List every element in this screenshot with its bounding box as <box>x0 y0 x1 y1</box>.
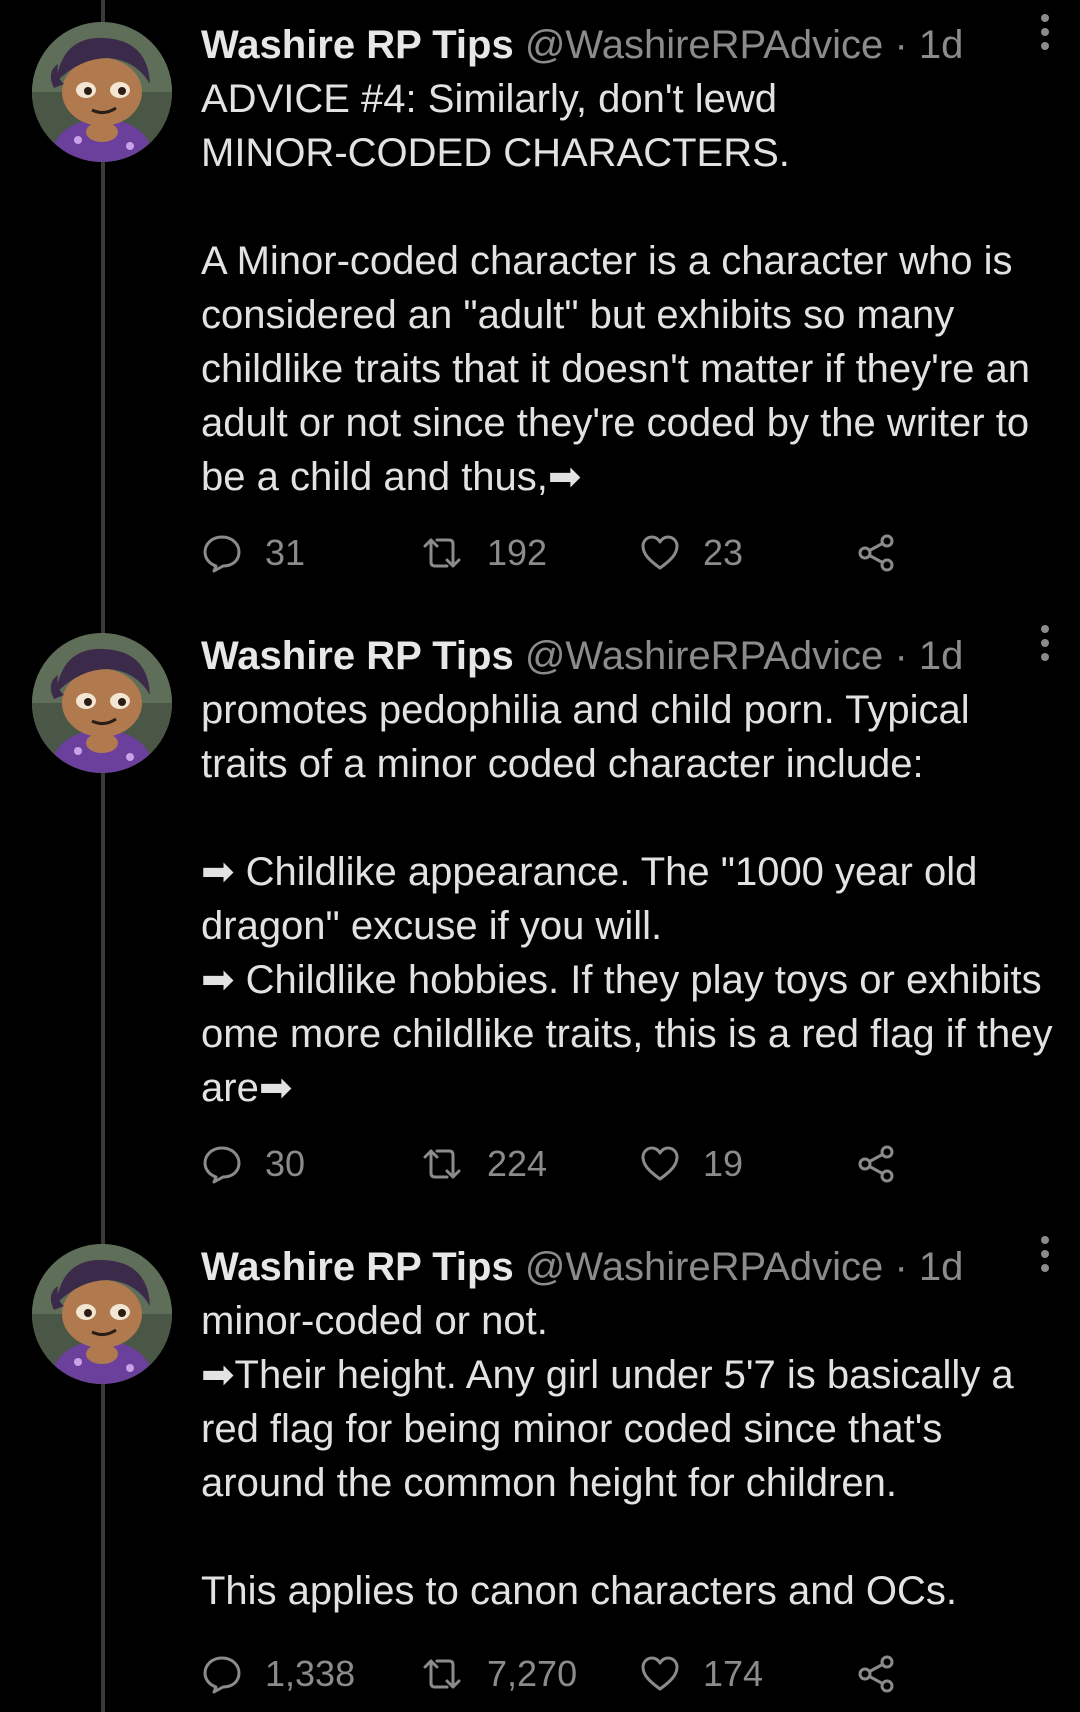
avatar[interactable] <box>32 22 172 162</box>
reply-count: 31 <box>265 532 306 573</box>
separator-dot: · <box>894 1245 908 1289</box>
tweet-header: Washire RP Tips @WashireRPAdvice · 1d <box>201 629 1061 683</box>
retweet-icon <box>423 1149 461 1179</box>
reply-icon <box>203 535 241 573</box>
avatar-image <box>32 1244 172 1384</box>
more-options-button[interactable] <box>1035 621 1055 665</box>
avatar-image <box>32 633 172 773</box>
share-button[interactable] <box>855 523 919 583</box>
tweet-actions: 31 192 23 <box>201 523 921 583</box>
display-name[interactable]: Washire RP Tips <box>201 1245 514 1289</box>
retweet-button[interactable]: 7,270 <box>419 1644 577 1704</box>
share-icon <box>858 534 894 572</box>
more-vertical-icon <box>1041 625 1049 661</box>
more-options-button[interactable] <box>1035 10 1055 54</box>
tweet-content: Washire RP Tips @WashireRPAdvice · 1d mi… <box>201 1240 1061 1618</box>
tweet-text: promotes pedophilia and child porn. Typi… <box>201 688 1053 1110</box>
heart-icon <box>641 1656 679 1691</box>
heart-icon <box>641 1146 679 1181</box>
separator-dot: · <box>894 634 908 678</box>
heart-icon <box>641 535 679 570</box>
separator-dot: · <box>894 23 908 67</box>
retweet-icon <box>423 1659 461 1689</box>
reply-count: 1,338 <box>265 1653 356 1694</box>
tweet-header: Washire RP Tips @WashireRPAdvice · 1d <box>201 1240 1061 1294</box>
user-handle[interactable]: @WashireRPAdvice <box>525 23 883 67</box>
retweet-count: 224 <box>487 1143 548 1184</box>
retweet-icon <box>423 538 461 568</box>
tweet-content: Washire RP Tips @WashireRPAdvice · 1d pr… <box>201 629 1061 1115</box>
timestamp[interactable]: 1d <box>919 1245 964 1289</box>
reply-count: 30 <box>265 1143 306 1184</box>
thread-connector-line <box>101 0 105 1712</box>
avatar[interactable] <box>32 1244 172 1384</box>
share-button[interactable] <box>855 1644 919 1704</box>
like-button[interactable]: 174 <box>639 1644 763 1704</box>
display-name[interactable]: Washire RP Tips <box>201 23 514 67</box>
reply-icon <box>203 1656 241 1694</box>
reply-button[interactable]: 1,338 <box>201 1644 355 1704</box>
share-button[interactable] <box>855 1134 919 1194</box>
reply-button[interactable]: 31 <box>201 523 305 583</box>
more-options-button[interactable] <box>1035 1232 1055 1276</box>
tweet-actions: 1,338 7,270 174 <box>201 1644 921 1704</box>
share-icon <box>858 1655 894 1693</box>
avatar-image <box>32 22 172 162</box>
retweet-button[interactable]: 224 <box>419 1134 547 1194</box>
user-handle[interactable]: @WashireRPAdvice <box>525 634 883 678</box>
timestamp[interactable]: 1d <box>919 23 964 67</box>
like-count: 23 <box>703 532 744 573</box>
tweet-text: ADVICE #4: Similarly, don't lewd MINOR-C… <box>201 77 1030 499</box>
timestamp[interactable]: 1d <box>919 634 964 678</box>
tweet-actions: 30 224 19 <box>201 1134 921 1194</box>
avatar[interactable] <box>32 633 172 773</box>
reply-icon <box>203 1146 241 1184</box>
tweet-header: Washire RP Tips @WashireRPAdvice · 1d <box>201 18 1061 72</box>
like-button[interactable]: 19 <box>639 1134 743 1194</box>
display-name[interactable]: Washire RP Tips <box>201 634 514 678</box>
more-vertical-icon <box>1041 1236 1049 1272</box>
reply-button[interactable]: 30 <box>201 1134 305 1194</box>
retweet-button[interactable]: 192 <box>419 523 547 583</box>
like-count: 174 <box>703 1653 764 1694</box>
user-handle[interactable]: @WashireRPAdvice <box>525 1245 883 1289</box>
retweet-count: 192 <box>487 532 548 573</box>
tweet-text: minor-coded or not. ➡Their height. Any g… <box>201 1299 1014 1613</box>
retweet-count: 7,270 <box>487 1653 578 1694</box>
tweet-content: Washire RP Tips @WashireRPAdvice · 1d AD… <box>201 18 1061 504</box>
more-vertical-icon <box>1041 14 1049 50</box>
share-icon <box>858 1145 894 1183</box>
like-button[interactable]: 23 <box>639 523 743 583</box>
like-count: 19 <box>703 1143 744 1184</box>
